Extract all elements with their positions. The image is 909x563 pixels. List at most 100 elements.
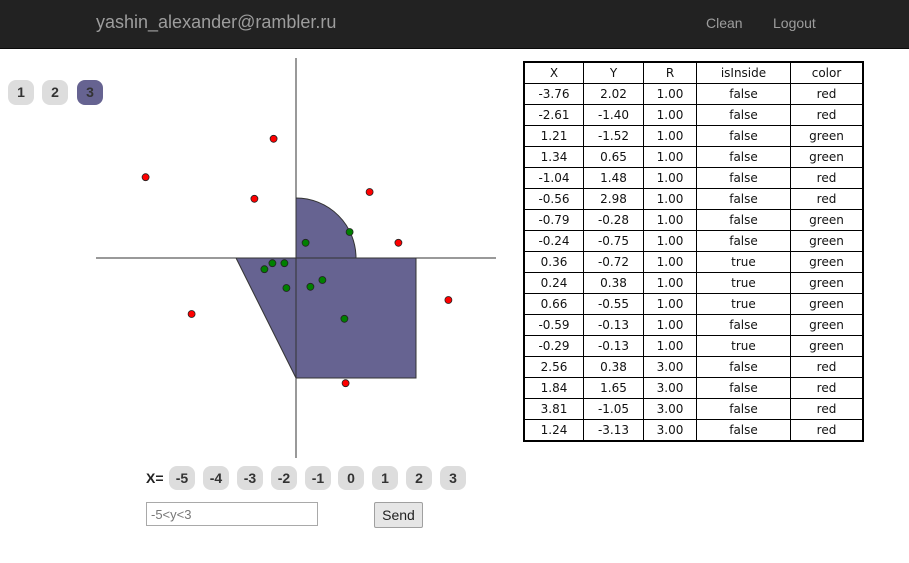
cell-r: 1.00 xyxy=(643,335,697,357)
area-shapes xyxy=(235,197,417,379)
table-row: -0.24 -0.75 1.00 false green xyxy=(523,230,864,252)
results-table: X Y R isInside color -3.76 2.02 1.00 false r… xyxy=(523,61,864,442)
cell-r: 1.00 xyxy=(643,251,697,273)
cell-isinside: false xyxy=(696,83,791,105)
plot-point-red xyxy=(444,296,453,304)
cell-color: green xyxy=(790,251,864,273)
x-button-2[interactable]: 2 xyxy=(406,466,432,490)
cell-r: 1.00 xyxy=(643,104,697,126)
plot-point-green xyxy=(345,228,354,236)
cell-r: 1.00 xyxy=(643,293,697,315)
x-button-minus-1[interactable]: -1 xyxy=(305,466,331,490)
table-row: 0.66 -0.55 1.00 true green xyxy=(523,293,864,315)
x-button-minus-5[interactable]: -5 xyxy=(169,466,195,490)
table-body: -3.76 2.02 1.00 false red -2.61 -1.40 1.00 false… xyxy=(523,83,864,442)
table-header-row: X Y R isInside color xyxy=(523,61,864,84)
cell-color: red xyxy=(790,188,864,210)
cell-r: 3.00 xyxy=(643,377,697,399)
cell-y: -0.75 xyxy=(583,230,644,252)
cell-x: -0.29 xyxy=(523,335,584,357)
cell-isinside: false xyxy=(696,209,791,231)
cell-r: 3.00 xyxy=(643,419,697,442)
plot-point-green xyxy=(318,276,327,284)
cell-r: 1.00 xyxy=(643,83,697,105)
area-triangle xyxy=(235,257,297,379)
column-header-isinside: isInside xyxy=(696,61,791,84)
x-selector-label: X= xyxy=(146,470,164,486)
cell-x: 1.34 xyxy=(523,146,584,168)
x-button-1[interactable]: 1 xyxy=(372,466,398,490)
cell-x: -3.76 xyxy=(523,83,584,105)
r-button-1[interactable]: 1 xyxy=(8,80,34,105)
cell-isinside: false xyxy=(696,104,791,126)
cell-isinside: false xyxy=(696,398,791,420)
cell-color: red xyxy=(790,377,864,399)
cell-r: 1.00 xyxy=(643,167,697,189)
x-button-minus-4[interactable]: -4 xyxy=(203,466,229,490)
x-button-0[interactable]: 0 xyxy=(338,466,364,490)
cell-y: 1.48 xyxy=(583,167,644,189)
plot-point-red xyxy=(141,173,150,182)
cell-isinside: true xyxy=(696,251,791,273)
column-header-color: color xyxy=(790,61,864,84)
table-row: 1.24 -3.13 3.00 false red xyxy=(523,419,864,442)
cell-x: -0.24 xyxy=(523,230,584,252)
cell-isinside: false xyxy=(696,314,791,336)
clean-link[interactable]: Clean xyxy=(706,15,743,31)
cell-r: 1.00 xyxy=(643,146,697,168)
x-button-3[interactable]: 3 xyxy=(440,466,466,490)
plot-point-green xyxy=(340,314,349,323)
table-row: 1.34 0.65 1.00 false green xyxy=(523,146,864,168)
table-row: 0.36 -0.72 1.00 true green xyxy=(523,251,864,273)
cell-y: -0.13 xyxy=(583,314,644,336)
cell-color: green xyxy=(790,146,864,168)
send-button[interactable]: Send xyxy=(374,502,423,528)
cell-y: 2.98 xyxy=(583,188,644,210)
x-button-minus-2[interactable]: -2 xyxy=(271,466,297,490)
cell-color: green xyxy=(790,125,864,147)
cell-color: green xyxy=(790,293,864,315)
cell-color: green xyxy=(790,314,864,336)
table-row: -0.29 -0.13 1.00 true green xyxy=(523,335,864,357)
plot-point-green xyxy=(282,284,291,292)
cell-x: 3.81 xyxy=(523,398,584,420)
cell-y: 0.65 xyxy=(583,146,644,168)
cell-color: green xyxy=(790,209,864,231)
graph-canvas[interactable] xyxy=(96,58,496,458)
cell-y: 2.02 xyxy=(583,83,644,105)
x-button-minus-3[interactable]: -3 xyxy=(237,466,263,490)
cell-isinside: false xyxy=(696,356,791,378)
table-row: 2.56 0.38 3.00 false red xyxy=(523,356,864,378)
table-row: 0.24 0.38 1.00 true green xyxy=(523,272,864,294)
cell-isinside: false xyxy=(696,188,791,210)
cell-isinside: true xyxy=(696,293,791,315)
user-email[interactable]: yashin_alexander@rambler.ru xyxy=(96,12,336,33)
plot-point-red xyxy=(250,194,259,203)
cell-isinside: false xyxy=(696,230,791,252)
cell-x: -0.59 xyxy=(523,314,584,336)
cell-r: 3.00 xyxy=(643,356,697,378)
cell-r: 1.00 xyxy=(643,314,697,336)
plot-point-green xyxy=(301,238,310,247)
y-input[interactable] xyxy=(146,502,318,526)
plot-point-red xyxy=(365,188,374,196)
cell-r: 1.00 xyxy=(643,125,697,147)
cell-color: red xyxy=(790,104,864,126)
cell-isinside: true xyxy=(696,335,791,357)
cell-color: green xyxy=(790,335,864,357)
cell-color: green xyxy=(790,272,864,294)
cell-y: -0.13 xyxy=(583,335,644,357)
cell-x: -1.04 xyxy=(523,167,584,189)
logout-link[interactable]: Logout xyxy=(773,15,816,31)
cell-x: -2.61 xyxy=(523,104,584,126)
cell-color: red xyxy=(790,356,864,378)
cell-isinside: false xyxy=(696,377,791,399)
plot-point-green xyxy=(280,259,289,268)
cell-r: 3.00 xyxy=(643,398,697,420)
table-row: 1.84 1.65 3.00 false red xyxy=(523,377,864,399)
cell-y: -3.13 xyxy=(583,419,644,442)
cell-y: -0.28 xyxy=(583,209,644,231)
table-row: -1.04 1.48 1.00 false red xyxy=(523,167,864,189)
r-button-2[interactable]: 2 xyxy=(42,80,68,105)
table-row: 3.81 -1.05 3.00 false red xyxy=(523,398,864,420)
